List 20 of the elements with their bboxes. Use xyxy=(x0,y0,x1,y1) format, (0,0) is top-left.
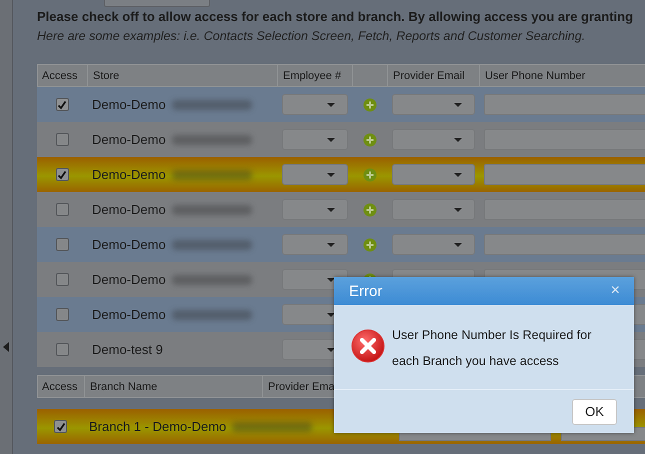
column-header: Provider Email xyxy=(388,65,480,86)
store-name: Demo-Demo xyxy=(92,167,166,182)
column-header: Access xyxy=(38,376,85,397)
store-name: Demo-Demo xyxy=(92,97,166,112)
column-header: Store xyxy=(88,65,278,86)
column-header: User Phone Number xyxy=(480,65,645,86)
store-name: Demo-test 9 xyxy=(92,342,163,357)
dialog-title: Error xyxy=(349,282,382,300)
column-header: Employee # xyxy=(278,65,353,86)
examples-text: Here are some examples: i.e. Contacts Selection Screen, Fetch, Reports and Customer Searching. xyxy=(37,28,586,44)
store-name: Demo-Demo xyxy=(92,202,166,217)
store-name: Demo-Demo xyxy=(92,237,166,252)
store-name: Demo-Demo xyxy=(92,272,166,287)
error-message: User Phone Number Is Required for each Branch you have access xyxy=(392,327,592,370)
instruction-text: Please check off to allow access for each store and branch. By allowing access you are granting xyxy=(37,9,634,25)
store-name: Demo-Demo xyxy=(92,132,166,147)
column-header: Access xyxy=(38,65,88,86)
store-name: Demo-Demo xyxy=(92,307,166,322)
branch-name: Branch 1 - Demo-Demo xyxy=(89,419,226,434)
column-header: Branch Name xyxy=(85,376,263,397)
